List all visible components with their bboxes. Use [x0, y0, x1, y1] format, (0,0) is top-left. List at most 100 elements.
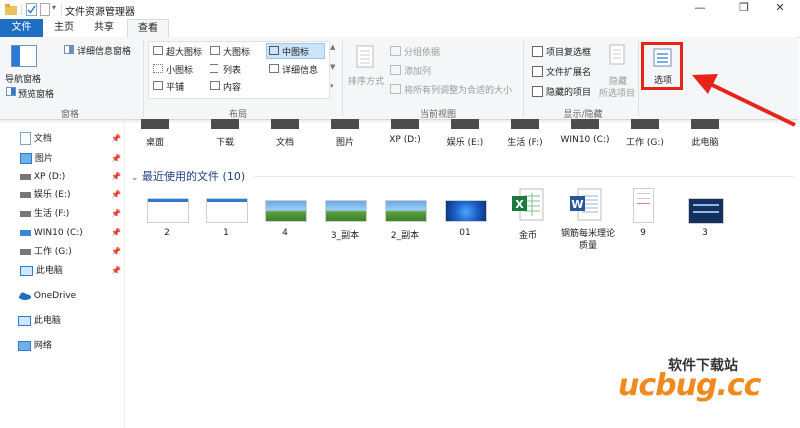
- details-pane-button[interactable]: 详细信息窗格: [77, 44, 131, 57]
- folder-thumb[interactable]: [271, 119, 299, 129]
- new-folder-icon[interactable]: [40, 3, 50, 16]
- folder-label[interactable]: 生活 (F:): [500, 135, 550, 148]
- word-file-icon[interactable]: W: [568, 188, 604, 222]
- folder-label[interactable]: 图片: [323, 135, 367, 148]
- pin-icon[interactable]: 📌: [111, 134, 121, 143]
- fit-columns-button[interactable]: 将所有列调整为合适的大小: [404, 83, 512, 96]
- nav-label: 文档: [33, 134, 52, 144]
- add-column-button[interactable]: 添加列: [404, 64, 431, 77]
- maximize-button[interactable]: ❐: [734, 1, 754, 17]
- hidden-items-label: 隐藏的项目: [546, 88, 592, 98]
- title-bar: ▾ 文件资源管理器 — ❐ ✕: [0, 0, 800, 19]
- folder-label[interactable]: 下载: [203, 135, 247, 148]
- small-icons-icon: [153, 64, 163, 73]
- file-thumb[interactable]: [206, 198, 248, 223]
- folder-label[interactable]: 此电脑: [683, 135, 727, 148]
- nav-item-this-pc-quick[interactable]: 此电脑: [20, 263, 63, 279]
- file-label[interactable]: 3_副本: [321, 228, 369, 241]
- drive-thumb[interactable]: [631, 119, 659, 129]
- file-label[interactable]: 01: [445, 228, 485, 238]
- properties-icon[interactable]: [26, 3, 37, 16]
- tab-share[interactable]: 共享: [86, 19, 122, 37]
- sort-by-button[interactable]: 排序方式: [348, 74, 384, 87]
- layout-list[interactable]: 列表: [223, 63, 241, 76]
- nav-item-documents[interactable]: 文档: [20, 131, 52, 147]
- preview-pane-button[interactable]: 预览窗格: [18, 87, 54, 100]
- item-checkboxes-checkbox[interactable]: [532, 46, 543, 57]
- folder-label[interactable]: 桌面: [133, 135, 177, 148]
- layout-details[interactable]: 详细信息: [282, 63, 318, 76]
- drive-thumb[interactable]: [571, 119, 599, 129]
- nav-item-onedrive[interactable]: OneDrive: [18, 288, 76, 304]
- pin-icon[interactable]: 📌: [111, 266, 121, 275]
- folder-thumb[interactable]: [141, 119, 169, 129]
- layout-small-icons[interactable]: 小图标: [166, 63, 193, 76]
- layout-medium-icons[interactable]: 中图标: [282, 45, 309, 58]
- file-label[interactable]: 3: [685, 228, 725, 238]
- recent-files-header[interactable]: ⌄ 最近使用的文件 (10): [131, 168, 245, 184]
- layout-content[interactable]: 内容: [223, 80, 241, 93]
- file-label[interactable]: 2: [147, 228, 187, 238]
- quick-access-dropdown-icon[interactable]: ▾: [52, 3, 56, 12]
- tab-view[interactable]: 查看: [127, 19, 169, 39]
- gallery-scroll-up-icon[interactable]: ▲: [330, 43, 335, 51]
- file-label[interactable]: 1: [206, 228, 246, 238]
- folder-label[interactable]: XP (D:): [380, 135, 430, 145]
- group-by-button[interactable]: 分组依据: [404, 45, 440, 58]
- excel-file-icon[interactable]: X: [510, 188, 546, 222]
- gallery-scroll-down-icon[interactable]: ▼: [330, 63, 335, 71]
- file-thumb[interactable]: [445, 200, 487, 222]
- tab-home[interactable]: 主页: [46, 19, 82, 37]
- pin-icon[interactable]: 📌: [111, 228, 121, 237]
- file-extensions-checkbox[interactable]: [532, 66, 543, 77]
- nav-item-drive-e[interactable]: 娱乐 (E:): [20, 187, 70, 203]
- hidden-items-checkbox[interactable]: [532, 86, 543, 97]
- computer-thumb[interactable]: [691, 119, 719, 129]
- file-thumb[interactable]: [633, 188, 654, 223]
- pin-icon[interactable]: 📌: [111, 154, 121, 163]
- drive-thumb[interactable]: [451, 119, 479, 129]
- nav-pane-button[interactable]: 导航窗格: [5, 72, 41, 85]
- file-thumb[interactable]: [147, 198, 189, 223]
- nav-item-drive-d[interactable]: XP (D:): [20, 169, 65, 185]
- nav-pane-icon[interactable]: [11, 45, 37, 67]
- pin-icon[interactable]: 📌: [111, 209, 121, 218]
- file-thumb[interactable]: [265, 200, 307, 222]
- file-thumb[interactable]: [325, 200, 367, 222]
- folder-thumb[interactable]: [211, 119, 239, 129]
- layout-large-icons[interactable]: 大图标: [223, 45, 250, 58]
- tab-file[interactable]: 文件: [0, 19, 43, 37]
- file-label[interactable]: 2_副本: [381, 228, 429, 241]
- folder-thumb[interactable]: [331, 119, 359, 129]
- drive-thumb[interactable]: [511, 119, 539, 129]
- file-thumb[interactable]: [688, 198, 724, 224]
- pin-icon[interactable]: 📌: [111, 190, 121, 199]
- nav-item-network[interactable]: 网络: [18, 338, 52, 354]
- folder-label[interactable]: WIN10 (C:): [557, 135, 613, 146]
- pin-icon[interactable]: 📌: [111, 172, 121, 181]
- folder-label[interactable]: 娱乐 (E:): [440, 135, 490, 148]
- close-button[interactable]: ✕: [770, 1, 790, 17]
- nav-item-pictures[interactable]: 图片: [20, 151, 53, 167]
- nav-item-this-pc[interactable]: 此电脑: [18, 313, 61, 329]
- file-label[interactable]: 钢筋每米理论质量: [561, 228, 615, 252]
- file-thumb[interactable]: [385, 200, 427, 222]
- file-label[interactable]: 4: [265, 228, 305, 238]
- svg-text:W: W: [571, 198, 583, 211]
- file-label[interactable]: 金币: [508, 228, 548, 241]
- chevron-down-icon: ⌄: [131, 173, 139, 183]
- folder-label[interactable]: 工作 (G:): [620, 135, 670, 148]
- nav-label: 工作 (G:): [33, 247, 72, 257]
- nav-item-drive-c[interactable]: WIN10 (C:): [20, 225, 83, 241]
- nav-item-drive-g[interactable]: 工作 (G:): [20, 244, 72, 260]
- layout-extra-large-icons[interactable]: 超大图标: [166, 45, 202, 58]
- minimize-button[interactable]: —: [690, 1, 710, 17]
- layout-tiles[interactable]: 平铺: [166, 80, 184, 93]
- nav-item-drive-f[interactable]: 生活 (F:): [20, 206, 69, 222]
- drive-thumb[interactable]: [391, 119, 419, 129]
- options-button[interactable]: 选项: [654, 73, 672, 86]
- file-label[interactable]: 9: [623, 228, 663, 238]
- gallery-expand-icon[interactable]: ▾: [330, 82, 334, 90]
- pin-icon[interactable]: 📌: [111, 247, 121, 256]
- folder-label[interactable]: 文档: [263, 135, 307, 148]
